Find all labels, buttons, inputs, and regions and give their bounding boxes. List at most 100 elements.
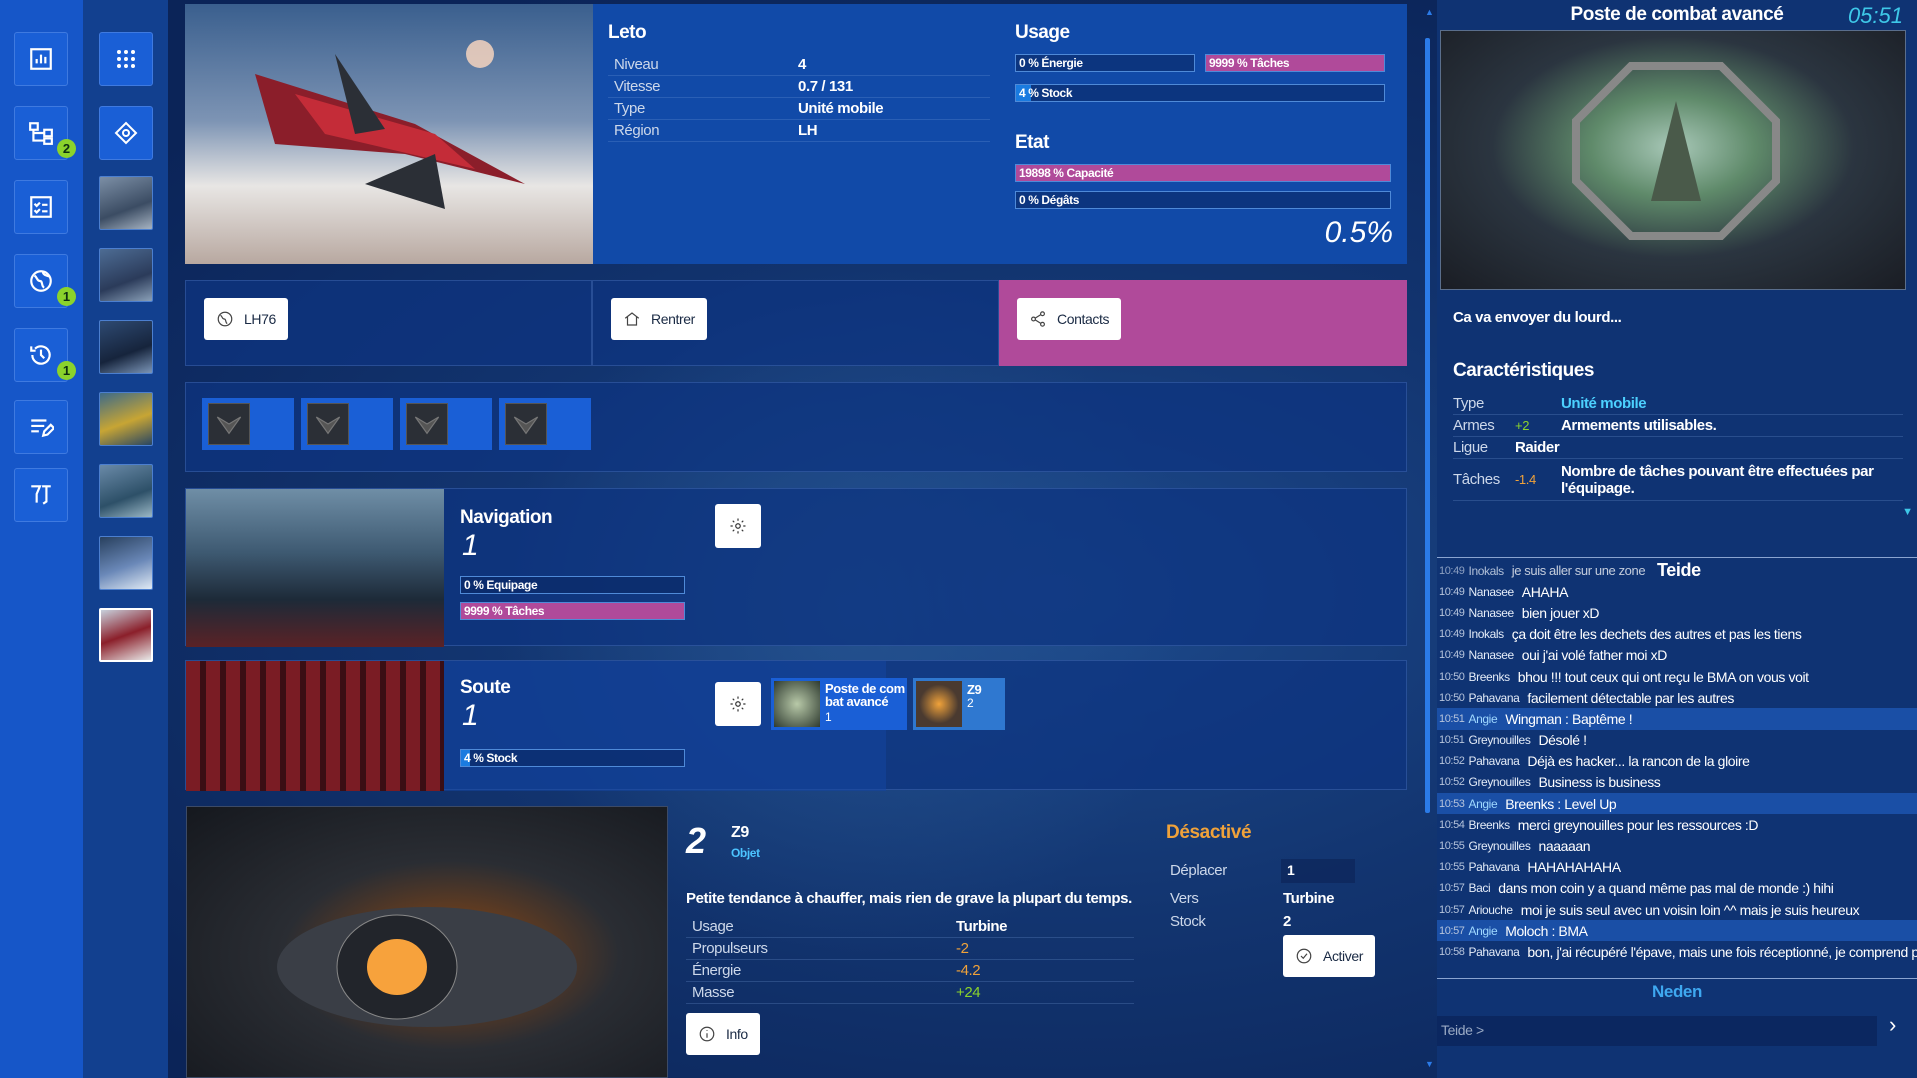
chat-nick: Nanasee bbox=[1468, 584, 1515, 599]
chat-divider bbox=[1437, 978, 1917, 979]
chat-nick: Angie bbox=[1468, 923, 1498, 938]
equipment-slot[interactable] bbox=[400, 398, 492, 450]
chat-line: 10:49 Nanasee AHAHA bbox=[1437, 581, 1917, 602]
to-value[interactable]: Turbine bbox=[1283, 890, 1334, 907]
chat-message: Désolé ! bbox=[1538, 732, 1587, 749]
char-label: Type bbox=[1453, 395, 1484, 412]
location-button[interactable]: LH76 bbox=[204, 298, 288, 340]
stat-row: Région LH bbox=[608, 120, 990, 142]
chat-time: 10:49 bbox=[1439, 585, 1465, 598]
activate-button[interactable]: Activer bbox=[1283, 935, 1375, 977]
hold-item-z9[interactable]: Z9 2 bbox=[913, 678, 1005, 730]
characteristics-table: Type Unité mobile Armes +2 Armements utilis… bbox=[1453, 393, 1903, 501]
chat-message: AHAHA bbox=[1521, 583, 1569, 600]
hold-title: Soute bbox=[460, 677, 511, 698]
history-nav-button[interactable]: 1 bbox=[14, 328, 76, 382]
stat-value: 0.7 / 131 bbox=[798, 78, 853, 95]
ship-list-rail bbox=[83, 0, 168, 1078]
crew-bar-label: 0 % Equipage bbox=[464, 578, 538, 592]
hold-item-qty: 2 bbox=[967, 696, 974, 710]
chat-time: 10:51 bbox=[1439, 734, 1465, 747]
chat-nick: Angie bbox=[1468, 711, 1498, 726]
to-label: Vers bbox=[1170, 890, 1199, 907]
stat-value: Unité mobile bbox=[798, 100, 884, 117]
chat-line: 10:51 Greynouilles Désolé ! bbox=[1437, 730, 1917, 751]
contacts-button[interactable]: Contacts bbox=[1017, 298, 1122, 340]
chat-time: 10:50 bbox=[1439, 691, 1465, 704]
hold-item-name: Poste de com bat avancé bbox=[825, 681, 905, 709]
char-row: Armes +2 Armements utilisables. bbox=[1453, 415, 1903, 437]
navigation-settings-button[interactable] bbox=[715, 504, 761, 548]
ship-thumb-7-selected[interactable] bbox=[99, 608, 153, 662]
stats-nav-button[interactable] bbox=[14, 32, 68, 86]
grid-icon bbox=[117, 50, 135, 68]
chat-time: 10:51 bbox=[1439, 712, 1465, 725]
navigation-image bbox=[186, 489, 444, 647]
grid-view-button[interactable] bbox=[99, 32, 153, 86]
chat-message: Déjà es hacker... la rancon de la gloire bbox=[1527, 753, 1750, 770]
chat-line: 10:52 Greynouilles Business is business bbox=[1437, 772, 1917, 793]
filter-nav-button[interactable] bbox=[14, 468, 68, 522]
scroll-up-arrow[interactable]: ▲ bbox=[1425, 8, 1434, 17]
ship-thumb-5[interactable] bbox=[99, 464, 153, 518]
ship-thumb-2[interactable] bbox=[99, 248, 153, 302]
ship-thumb-6[interactable] bbox=[99, 536, 153, 590]
navigation-module: Navigation 1 0 % Equipage 9999 % Tâches bbox=[185, 488, 1407, 647]
hold-item-image bbox=[774, 681, 820, 727]
move-quantity-input[interactable]: 1 bbox=[1281, 859, 1355, 883]
damage-bar-label: 0 % Dégâts bbox=[1019, 193, 1080, 207]
char-row: Tâches -1.4 Nombre de tâches pouvant être … bbox=[1453, 459, 1903, 501]
chat-nick: Angie bbox=[1468, 796, 1498, 811]
chat-message: Moloch : BMA bbox=[1505, 922, 1588, 939]
tree-nav-button[interactable]: 2 bbox=[14, 106, 76, 160]
chat-input[interactable]: Teide > bbox=[1437, 1016, 1877, 1046]
info-button[interactable]: Info bbox=[686, 1013, 760, 1055]
prop-row: Énergie -4.2 bbox=[686, 960, 1134, 982]
home-icon bbox=[624, 312, 640, 326]
chat-line: 10:54 Breenks merci greynouilles pour les … bbox=[1437, 814, 1917, 835]
stat-label: Vitesse bbox=[614, 78, 661, 95]
state-percent: 0.5% bbox=[1324, 216, 1393, 249]
hold-image bbox=[186, 661, 444, 791]
scroll-down-arrow[interactable]: ▼ bbox=[1425, 1060, 1434, 1069]
ship-thumb-4[interactable] bbox=[99, 392, 153, 446]
tasks-nav-button[interactable] bbox=[14, 180, 68, 234]
hold-settings-button[interactable] bbox=[715, 682, 761, 726]
ship-thumb-1[interactable] bbox=[99, 176, 153, 230]
equipment-slot[interactable] bbox=[499, 398, 591, 450]
target-button[interactable] bbox=[99, 106, 153, 160]
equipment-slot[interactable] bbox=[202, 398, 294, 450]
check-circle-icon bbox=[1296, 948, 1312, 964]
item-description: Petite tendance à chauffer, mais rien de… bbox=[686, 890, 1132, 907]
chat-time: 10:50 bbox=[1439, 670, 1465, 683]
ship-thumb-3[interactable] bbox=[99, 320, 153, 374]
item-image bbox=[186, 806, 668, 1078]
energy-bar: 0 % Énergie bbox=[1015, 54, 1195, 72]
hold-item-name: Z9 bbox=[967, 682, 982, 697]
crew-bar: 0 % Equipage bbox=[460, 576, 685, 594]
main-scrollbar[interactable]: ▲ ▼ bbox=[1425, 8, 1434, 1070]
expand-arrow-icon[interactable]: ▼ bbox=[1902, 506, 1913, 518]
chat-message: Breenks : Level Up bbox=[1505, 795, 1617, 812]
chat-time: 10:53 bbox=[1439, 797, 1465, 810]
chat-message: bon, j'ai récupéré l'épave, mais une foi… bbox=[1527, 943, 1917, 960]
damage-bar: 0 % Dégâts bbox=[1015, 191, 1391, 209]
chat-send-chevron-icon[interactable]: › bbox=[1889, 1012, 1896, 1038]
char-value: Nombre de tâches pouvant être effectuées… bbox=[1561, 462, 1874, 497]
stat-row: Vitesse 0.7 / 131 bbox=[608, 76, 990, 98]
equipment-slot[interactable] bbox=[301, 398, 393, 450]
edit-list-icon bbox=[31, 419, 54, 438]
item-name: Z9 bbox=[731, 824, 749, 841]
globe-nav-button[interactable]: 1 bbox=[14, 254, 76, 308]
capacity-bar: 19898 % Capacité bbox=[1015, 164, 1391, 182]
chat-channel-2-tab[interactable]: Neden bbox=[1437, 982, 1917, 1002]
history-badge: 1 bbox=[57, 361, 76, 380]
hold-item-combat-post[interactable]: Poste de com bat avancé 1 bbox=[771, 678, 907, 730]
chat-message: merci greynouilles pour les ressources :… bbox=[1517, 816, 1759, 833]
chat-line: 10:55 Greynouilles naaaaan bbox=[1437, 835, 1917, 856]
chat-line: 10:50 Breenks bhou !!! tout ceux qui ont r… bbox=[1437, 666, 1917, 687]
scroll-thumb[interactable] bbox=[1425, 38, 1430, 813]
return-button[interactable]: Rentrer bbox=[611, 298, 707, 340]
clock: 05:51 bbox=[1847, 3, 1903, 28]
notes-nav-button[interactable] bbox=[14, 400, 68, 454]
